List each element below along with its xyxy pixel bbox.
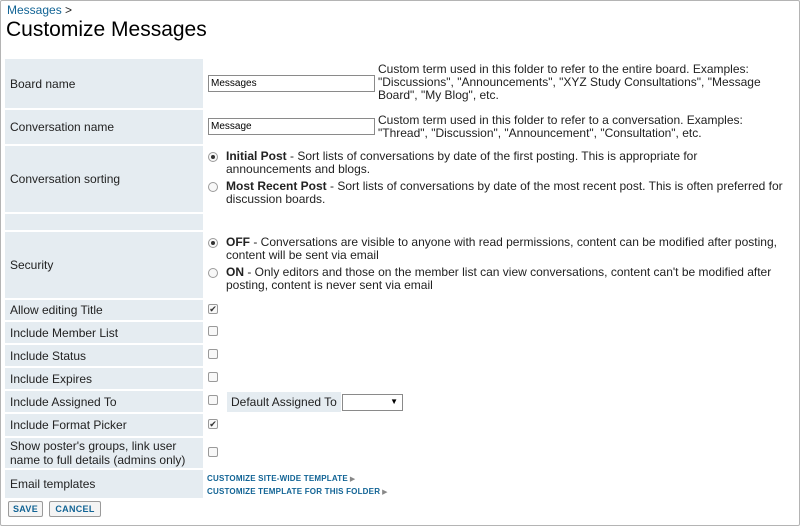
security-label: Security <box>5 232 203 298</box>
security-row: Security OFF - Conversations are visible… <box>5 232 798 298</box>
sorting-most-recent-post-radio[interactable] <box>208 182 218 192</box>
include-member-list-label: Include Member List <box>5 322 203 343</box>
conversation-sorting-row: Conversation sorting Initial Post - Sort… <box>5 146 798 212</box>
breadcrumb-messages-link[interactable]: Messages <box>7 3 62 17</box>
spacer-row <box>5 214 798 230</box>
cancel-button[interactable]: CANCEL <box>49 501 101 517</box>
chevron-down-icon: ▼ <box>390 397 398 406</box>
board-name-description: Custom term used in this folder to refer… <box>378 62 761 102</box>
include-expires-checkbox[interactable] <box>208 372 218 382</box>
security-option-off[interactable]: OFF - Conversations are visible to anyon… <box>208 236 794 262</box>
include-assigned-to-checkbox[interactable] <box>208 395 218 405</box>
page-title: Customize Messages <box>6 18 207 41</box>
include-member-list-row: Include Member List <box>5 322 798 343</box>
include-expires-label: Include Expires <box>5 368 203 389</box>
security-option-on[interactable]: ON - Only editors and those on the membe… <box>208 266 794 292</box>
show-posters-groups-label: Show poster's groups, link user name to … <box>5 438 203 468</box>
sorting-initial-post-radio[interactable] <box>208 152 218 162</box>
include-status-label: Include Status <box>5 345 203 366</box>
show-posters-groups-checkbox[interactable] <box>208 447 218 457</box>
include-expires-row: Include Expires <box>5 368 798 389</box>
customize-folder-template-link[interactable]: CUSTOMIZE TEMPLATE FOR THIS FOLDER ▶ <box>207 487 388 496</box>
conversation-sorting-label: Conversation sorting <box>5 146 203 212</box>
security-on-radio[interactable] <box>208 268 218 278</box>
arrow-right-icon: ▶ <box>382 489 388 496</box>
allow-editing-title-label: Allow editing Title <box>5 300 203 320</box>
board-name-row: Board name Custom term used in this fold… <box>5 59 798 108</box>
board-name-label: Board name <box>5 59 203 108</box>
save-button[interactable]: SAVE <box>8 501 43 517</box>
allow-editing-title-row: Allow editing Title ✔ <box>5 300 798 320</box>
include-assigned-to-label: Include Assigned To <box>5 391 203 412</box>
arrow-right-icon: ▶ <box>349 476 356 483</box>
sorting-option-most-recent-post[interactable]: Most Recent Post - Sort lists of convers… <box>208 180 794 206</box>
conversation-name-row: Conversation name Custom term used in th… <box>5 110 798 144</box>
include-assigned-to-row: Include Assigned To Default Assigned To … <box>5 391 798 412</box>
sorting-option-initial-post[interactable]: Initial Post - Sort lists of conversatio… <box>208 150 794 176</box>
conversation-name-input[interactable] <box>208 118 375 135</box>
email-templates-label: Email templates <box>5 470 203 498</box>
board-name-input[interactable] <box>208 75 375 92</box>
email-templates-row: Email templates CUSTOMIZE SITE-WIDE TEMP… <box>5 470 798 498</box>
include-member-list-checkbox[interactable] <box>208 326 218 336</box>
include-format-picker-label: Include Format Picker <box>5 414 203 436</box>
conversation-name-description: Custom term used in this folder to refer… <box>378 113 743 140</box>
breadcrumb: Messages > <box>7 3 72 17</box>
include-format-picker-row: Include Format Picker ✔ <box>5 414 798 436</box>
default-assigned-to-select[interactable]: ▼ <box>342 394 403 411</box>
include-status-checkbox[interactable] <box>208 349 218 359</box>
show-posters-groups-row: Show poster's groups, link user name to … <box>5 438 798 468</box>
allow-editing-title-checkbox[interactable]: ✔ <box>208 304 218 314</box>
customize-site-wide-template-link[interactable]: CUSTOMIZE SITE-WIDE TEMPLATE ▶ <box>207 474 355 483</box>
include-status-row: Include Status <box>5 345 798 366</box>
spacer-label <box>5 214 203 230</box>
security-off-radio[interactable] <box>208 238 218 248</box>
breadcrumb-separator: > <box>65 3 73 17</box>
default-assigned-to-label: Default Assigned To <box>227 392 341 412</box>
include-format-picker-checkbox[interactable]: ✔ <box>208 419 218 429</box>
conversation-name-label: Conversation name <box>5 110 203 144</box>
